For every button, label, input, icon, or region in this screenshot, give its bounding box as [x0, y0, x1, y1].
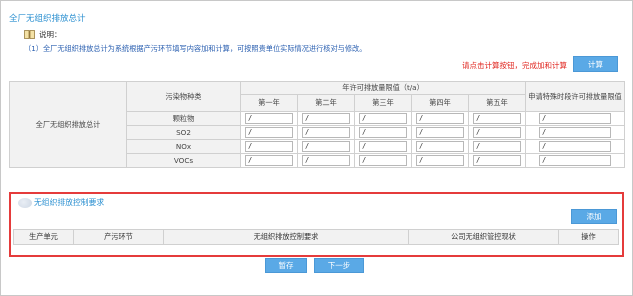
limit-input-year5[interactable]: /	[473, 155, 522, 166]
pollutant-name: NOx	[126, 139, 241, 154]
limit-input-year1[interactable]: /	[245, 141, 293, 152]
limit-input-year3[interactable]: /	[359, 141, 407, 152]
limit-input-year1[interactable]: /	[245, 155, 293, 166]
column-header: 操作	[558, 229, 619, 245]
limit-input-year1[interactable]: /	[245, 127, 293, 138]
note-label: 说明：	[39, 30, 62, 39]
limit-input-year5[interactable]: /	[473, 127, 522, 138]
add-button[interactable]: 添加	[571, 209, 617, 224]
limit-input-year2[interactable]: /	[302, 127, 350, 138]
note-text: （1）全厂无组织排放总计为系统根据产污环节填写内容加和计算，可按照贵单位实际情况…	[24, 44, 367, 53]
section-decoration-icon	[18, 197, 32, 208]
column-header: 产污环节	[73, 229, 164, 245]
special-header: 申请特殊时段许可排放量限值	[525, 81, 626, 112]
calc-hint: 请点击计算按钮，完成加和计算	[462, 61, 567, 70]
book-icon	[24, 30, 35, 39]
limit-input-year2[interactable]: /	[302, 113, 350, 124]
special-limit-input[interactable]: /	[539, 155, 612, 166]
pollutant-name: SO2	[126, 125, 241, 140]
control-requirements-table: 生产单元 产污环节 无组织排放控制要求 公司无组织管控现状 操作	[13, 229, 619, 245]
column-header: 无组织排放控制要求	[163, 229, 409, 245]
special-limit-input[interactable]: /	[539, 127, 612, 138]
column-header: 公司无组织管控现状	[408, 229, 559, 245]
pollutant-name: 颗粒物	[126, 111, 241, 126]
limit-input-year5[interactable]: /	[473, 141, 522, 152]
section-title-control: 无组织排放控制要求	[18, 197, 104, 208]
limit-input-year5[interactable]: /	[473, 113, 522, 124]
limit-input-year3[interactable]: /	[359, 127, 407, 138]
limit-input-year2[interactable]: /	[302, 141, 350, 152]
limit-input-year4[interactable]: /	[416, 155, 464, 166]
year-header: 第一年	[240, 94, 298, 112]
next-step-button[interactable]: 下一步	[314, 258, 364, 273]
row-header: 全厂无组织排放总计	[9, 81, 127, 168]
section-title-text: 无组织排放控制要求	[34, 198, 105, 207]
limit-header: 年许可排放量限值（t/a）	[239, 81, 527, 95]
limit-input-year1[interactable]: /	[245, 113, 293, 124]
special-limit-input[interactable]: /	[539, 113, 612, 124]
column-header: 生产单元	[13, 229, 74, 245]
limit-input-year3[interactable]: /	[359, 113, 407, 124]
year-header: 第二年	[297, 94, 355, 112]
calculate-button[interactable]: 计算	[573, 56, 618, 72]
limit-input-year4[interactable]: /	[416, 113, 464, 124]
pollutant-name: VOCs	[126, 153, 241, 168]
limit-input-year2[interactable]: /	[302, 155, 350, 166]
year-header: 第三年	[354, 94, 412, 112]
limit-input-year4[interactable]: /	[416, 141, 464, 152]
pollutant-header: 污染物种类	[126, 81, 241, 112]
note-header: 说明：	[24, 29, 62, 40]
limit-input-year3[interactable]: /	[359, 155, 407, 166]
special-limit-input[interactable]: /	[539, 141, 612, 152]
emission-total-table: 全厂无组织排放总计 污染物种类 年许可排放量限值（t/a） 申请特殊时段许可排放…	[9, 81, 626, 168]
year-header: 第五年	[467, 94, 527, 112]
section-title-total: 全厂无组织排放总计	[9, 14, 86, 24]
save-draft-button[interactable]: 暂存	[265, 258, 307, 273]
limit-input-year4[interactable]: /	[416, 127, 464, 138]
year-header: 第四年	[411, 94, 469, 112]
